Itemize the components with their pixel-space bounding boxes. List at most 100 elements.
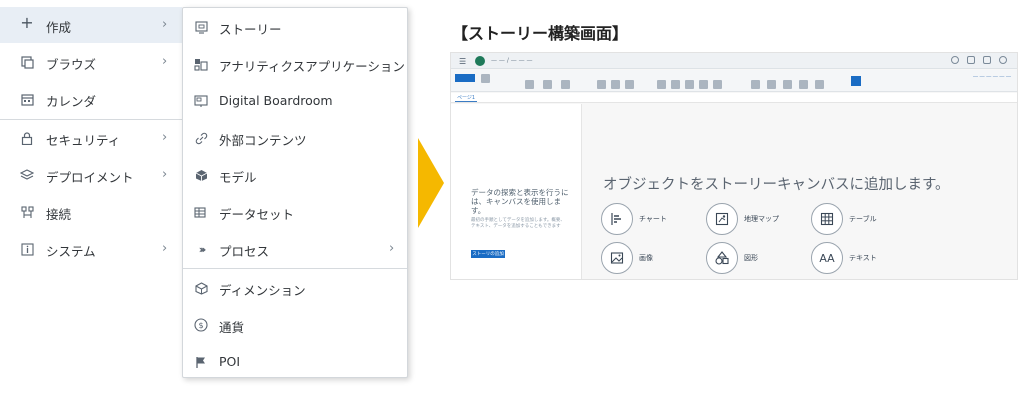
add-shape-button[interactable]: 図形 [706, 241, 758, 275]
toolbar-button[interactable] [799, 80, 808, 89]
page-tabs: ページ1 [451, 93, 1017, 103]
nav-item-security[interactable]: セキュリティ › [0, 120, 182, 156]
data-panel: データの探索と表示を行うには、キャンバスを使用します。 最初の手順としてデータを… [451, 104, 582, 279]
submenu-item-story[interactable]: ストーリー [183, 9, 407, 45]
nav-item-label: システム [46, 244, 96, 259]
data-panel-description: 最初の手順としてデータを追加します。概要、テキスト、データを追加することもできま… [471, 218, 565, 229]
model-icon [193, 168, 209, 182]
toolbar-selected-button[interactable] [851, 76, 861, 86]
dataset-icon [193, 205, 209, 219]
add-chart-button[interactable]: チャート [601, 202, 667, 236]
submenu-item-analytics-application[interactable]: アナリティクスアプリケーション [183, 46, 407, 82]
nav-item-system[interactable]: システム › [0, 231, 182, 267]
submenu-item-external-content[interactable]: 外部コンテンツ [183, 120, 407, 156]
submenu-item-currency[interactable]: $ 通貨 [183, 307, 407, 343]
svg-text:$: $ [198, 321, 203, 330]
user-icon[interactable] [999, 56, 1007, 64]
object-label: 地理マップ [744, 215, 779, 223]
currency-icon: $ [193, 318, 209, 332]
submenu-divider [183, 268, 407, 269]
menu-icon[interactable]: ☰ [459, 57, 466, 66]
link-icon [193, 131, 209, 145]
submenu-item-dataset[interactable]: データセット [183, 194, 407, 230]
transition-arrow [418, 138, 444, 228]
nav-item-label: 作成 [46, 20, 72, 35]
lock-icon [19, 131, 35, 145]
submenu-item-label: ディメンション [219, 283, 306, 298]
submenu-item-label: アナリティクスアプリケーション [219, 59, 405, 74]
nav-item-label: デプロイメント [46, 170, 134, 185]
chart-icon [601, 203, 633, 235]
data-panel-title: データの探索と表示を行うには、キャンバスを使用します。 [471, 188, 569, 215]
toolbar-button[interactable] [751, 80, 760, 89]
calendar-icon [19, 92, 35, 106]
plus-icon: + [20, 12, 34, 32]
toolbar-button[interactable] [815, 80, 824, 89]
add-text-button[interactable]: AA テキスト [811, 241, 877, 275]
toolbar-mode-button[interactable] [455, 74, 475, 82]
add-data-button[interactable]: ストーリの追加 [471, 250, 505, 258]
nav-item-calendar[interactable]: カレンダ [0, 81, 182, 117]
page-title: 【ストーリー構築画面】 [452, 24, 629, 43]
story-icon [193, 20, 209, 34]
toolbar-button[interactable] [481, 74, 490, 83]
toolbar-button[interactable] [611, 80, 620, 89]
toolbar-button[interactable] [783, 80, 792, 89]
add-image-button[interactable]: 画像 [601, 241, 653, 275]
dimension-icon [193, 281, 209, 295]
text-icon: AA [811, 242, 843, 274]
toolbar-button[interactable] [767, 80, 776, 89]
table-icon [811, 203, 843, 235]
submenu-item-label: モデル [219, 170, 257, 185]
breadcrumb: — — / — — — [491, 57, 533, 64]
add-table-button[interactable]: テーブル [811, 202, 877, 236]
submenu-item-digital-boardroom[interactable]: Digital Boardroom [183, 83, 407, 119]
chevron-right-icon: › [162, 241, 168, 256]
shell-bar: ☰ — — / — — — [451, 53, 1017, 69]
geo-map-icon [706, 203, 738, 235]
toolbar-button[interactable] [543, 80, 552, 89]
nav-item-deployment[interactable]: デプロイメント › [0, 157, 182, 193]
object-label: 図形 [744, 254, 758, 262]
submenu-item-poi[interactable]: POI [183, 344, 407, 380]
help-icon[interactable] [967, 56, 975, 64]
chevron-right-icon: › [162, 17, 168, 32]
chevron-right-icon: › [389, 241, 395, 256]
app-logo [475, 56, 485, 66]
info-icon [19, 242, 35, 256]
toolbar-button[interactable] [713, 80, 722, 89]
search-icon[interactable] [951, 56, 959, 64]
toolbar-button[interactable] [597, 80, 606, 89]
toolbar-button[interactable] [671, 80, 680, 89]
nav-item-create[interactable]: + 作成 › [0, 7, 182, 43]
submenu-item-label: 通貨 [219, 320, 245, 335]
submenu-item-process[interactable]: ››› プロセス › [183, 231, 407, 267]
toolbar-button[interactable] [685, 80, 694, 89]
toolbar-right-links: ― ― ― ― ― ― [973, 74, 1011, 80]
submenu-item-dimension[interactable]: ディメンション [183, 270, 407, 306]
story-toolbar: ― ― ― ― ― ― [451, 70, 1017, 92]
browse-icon [19, 55, 35, 69]
side-navigation: + 作成 › ブラウズ › カレンダ セキュリティ › デプロイメント › 接続 [0, 0, 182, 378]
analytics-application-icon [193, 57, 209, 71]
nav-item-label: ブラウズ [46, 57, 97, 72]
tab-page-1[interactable]: ページ1 [455, 94, 478, 102]
submenu-item-label: 外部コンテンツ [219, 133, 307, 148]
toolbar-button[interactable] [525, 80, 534, 89]
add-geo-map-button[interactable]: 地理マップ [706, 202, 779, 236]
chevron-right-icon: › [162, 54, 168, 69]
toolbar-button[interactable] [561, 80, 570, 89]
shape-icon [706, 242, 738, 274]
chevron-right-icon: › [162, 130, 168, 145]
submenu-item-model[interactable]: モデル [183, 157, 407, 193]
canvas-title: オブジェクトをストーリーキャンバスに追加します。 [603, 177, 950, 193]
nav-item-browse[interactable]: ブラウズ › [0, 44, 182, 80]
process-icon: ››› [198, 242, 207, 256]
toolbar-button[interactable] [657, 80, 666, 89]
chevron-right-icon: › [162, 167, 168, 182]
nav-item-label: 接続 [46, 207, 72, 222]
notification-icon[interactable] [983, 56, 991, 64]
toolbar-button[interactable] [699, 80, 708, 89]
nav-item-connection[interactable]: 接続 [0, 194, 182, 230]
toolbar-button[interactable] [625, 80, 634, 89]
